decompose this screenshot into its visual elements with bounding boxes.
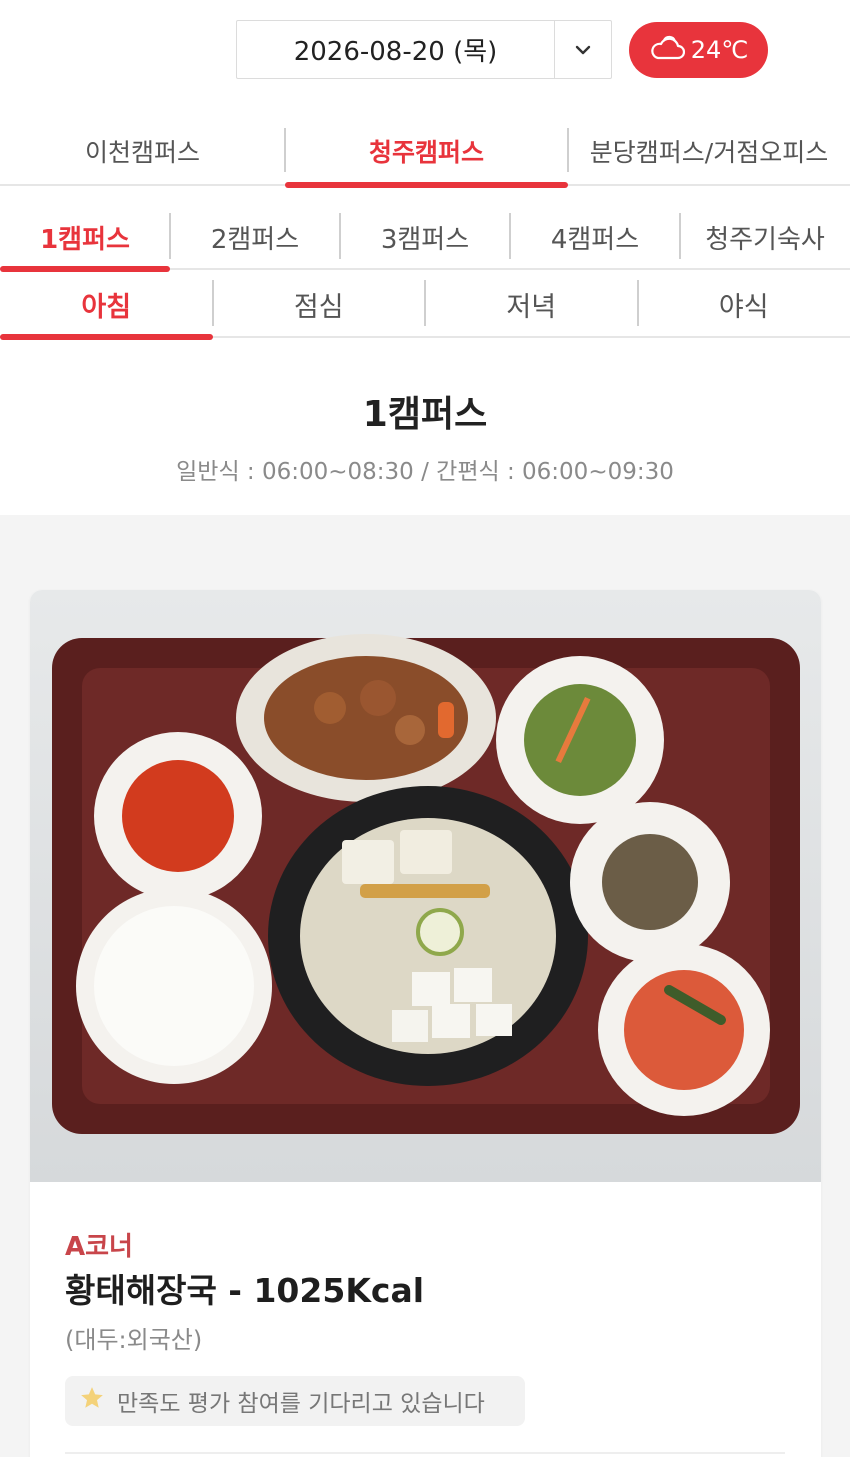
meal-photo (30, 590, 821, 1182)
tab-cheongju-dormitory[interactable]: 청주기숙사 (680, 207, 850, 268)
tab-label: 저녁 (506, 291, 557, 323)
tab-label: 야식 (718, 291, 769, 323)
tab-icheon-campus[interactable]: 이천캠퍼스 (0, 118, 285, 184)
weather-temperature: 24℃ (690, 36, 749, 64)
top-bar: 2026-08-20 (목) 24℃ (0, 0, 850, 105)
date-select[interactable]: 2026-08-20 (목) (236, 20, 612, 79)
date-value: 2026-08-20 (목) (237, 21, 555, 78)
tab-label: 점심 (293, 291, 344, 323)
tab-campus-4[interactable]: 4캠퍼스 (510, 207, 681, 268)
tab-label: 2캠퍼스 (210, 225, 300, 255)
page-title: 1캠퍼스 (362, 394, 488, 435)
tab-lunch[interactable]: 점심 (213, 272, 426, 336)
tab-bundang-campus[interactable]: 분당캠퍼스/거점오피스 (568, 118, 850, 184)
tab-campus-1[interactable]: 1캠퍼스 (0, 207, 171, 272)
meal-tabs: 아침 점심 저녁 야식 (0, 272, 850, 340)
menu-name: 황태해장국 - 1025Kcal (65, 1271, 425, 1310)
chevron-down-icon[interactable] (555, 21, 611, 78)
tab-cheongju-campus[interactable]: 청주캠퍼스 (285, 118, 568, 188)
tab-label: 1캠퍼스 (40, 225, 130, 255)
tab-label: 3캠퍼스 (380, 225, 470, 255)
star-icon (79, 1385, 105, 1417)
divider (65, 1452, 785, 1454)
tab-dinner[interactable]: 저녁 (425, 272, 639, 336)
tab-label: 아침 (81, 291, 132, 323)
tab-campus-2[interactable]: 2캠퍼스 (170, 207, 341, 268)
tab-late-night[interactable]: 야식 (638, 272, 850, 336)
rating-prompt[interactable]: 만족도 평가 참여를 기다리고 있습니다 (65, 1376, 525, 1426)
corner-label: A코너 (65, 1232, 133, 1262)
tab-divider (284, 128, 286, 172)
sub-campus-tabs: 1캠퍼스 2캠퍼스 3캠퍼스 4캠퍼스 청주기숙사 (0, 207, 850, 272)
tab-divider (567, 128, 569, 172)
meal-hours: 일반식 : 06:00~08:30 / 간편식 : 06:00~09:30 (176, 459, 674, 485)
weather-badge[interactable]: 24℃ (629, 22, 768, 78)
origin-info: (대두:외국산) (65, 1326, 203, 1354)
tab-label: 4캠퍼스 (550, 225, 640, 255)
menu-card[interactable]: A코너 황태해장국 - 1025Kcal (대두:외국산) 만족도 평가 참여를… (30, 590, 821, 1457)
tab-campus-3[interactable]: 3캠퍼스 (340, 207, 511, 268)
tab-label: 청주기숙사 (705, 225, 825, 255)
tab-breakfast[interactable]: 아침 (0, 272, 214, 340)
rating-text: 만족도 평가 참여를 기다리고 있습니다 (117, 1391, 485, 1417)
cloud-sun-icon (649, 32, 685, 68)
campus-tabs: 이천캠퍼스 청주캠퍼스 분당캠퍼스/거점오피스 (0, 118, 850, 188)
